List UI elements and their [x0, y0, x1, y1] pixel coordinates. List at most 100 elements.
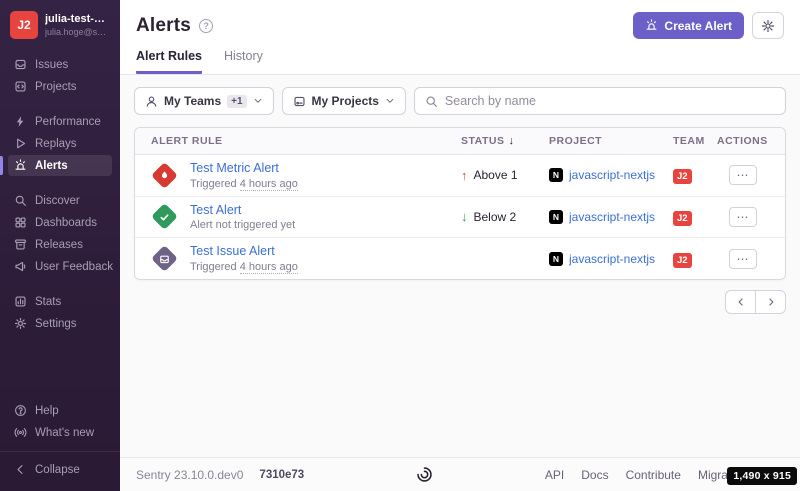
- row-actions-button[interactable]: ⋯: [729, 207, 757, 227]
- sidebar-item-label: Replays: [35, 138, 77, 150]
- footer-link-contribute[interactable]: Contribute: [626, 468, 681, 482]
- sidebar-item-help[interactable]: Help: [8, 400, 112, 421]
- alert-rule-link[interactable]: Test Metric Alert: [190, 161, 298, 177]
- tab-history[interactable]: History: [224, 49, 263, 74]
- siren-icon: [645, 19, 658, 32]
- sidebar-item-whats-new[interactable]: What's new: [8, 422, 112, 443]
- title-help-icon[interactable]: ?: [199, 19, 213, 33]
- project-link[interactable]: javascript-nextjs: [569, 210, 655, 224]
- sort-descending-icon: ↓: [508, 135, 514, 147]
- org-meta: julia-test-org-2 … julia.hoge@sentry.io: [45, 13, 110, 37]
- filter-bar: My Teams +1 My Projects: [134, 87, 786, 115]
- sidebar-item-issues[interactable]: Issues: [8, 54, 112, 75]
- sidebar-item-discover[interactable]: Discover: [8, 190, 112, 211]
- column-actions: ACTIONS: [717, 135, 769, 147]
- next-page-button[interactable]: [755, 290, 786, 314]
- table-header: ALERT RULE STATUS ↓ PROJECT TEAM ACTIONS: [135, 128, 785, 155]
- sidebar-item-alerts[interactable]: Alerts: [8, 155, 112, 176]
- nextjs-platform-icon: N: [549, 168, 563, 182]
- my-projects-filter[interactable]: My Projects: [282, 87, 406, 115]
- column-alert-rule: ALERT RULE: [151, 135, 461, 147]
- sidebar-item-label: User Feedback: [35, 261, 113, 273]
- sidebar-item-label: Releases: [35, 239, 83, 251]
- create-alert-button[interactable]: Create Alert: [633, 12, 744, 39]
- org-name: julia-test-org-2 …: [45, 13, 110, 25]
- sidebar-item-projects[interactable]: Projects: [8, 76, 112, 97]
- sidebar-collapse-button[interactable]: Collapse: [14, 461, 106, 478]
- bar-chart-icon: [14, 295, 27, 308]
- sidebar-item-settings[interactable]: Settings: [8, 313, 112, 334]
- chevron-down-icon: [385, 96, 395, 106]
- status-label: Below 2: [474, 210, 517, 224]
- team-avatar: J2: [673, 253, 692, 268]
- user-icon: [145, 95, 158, 108]
- column-project: PROJECT: [549, 135, 673, 147]
- gear-icon: [761, 19, 775, 33]
- sidebar-item-label: Help: [35, 405, 59, 417]
- alert-rule-link[interactable]: Test Issue Alert: [190, 244, 298, 260]
- sidebar-item-user-feedback[interactable]: User Feedback: [8, 256, 112, 277]
- relative-time: 4 hours ago: [240, 261, 298, 274]
- sidebar-item-label: Alerts: [35, 160, 68, 172]
- help-circle-icon: [14, 404, 27, 417]
- content-area: My Teams +1 My Projects ALERT RULE: [120, 75, 800, 457]
- project-link[interactable]: javascript-nextjs: [569, 252, 655, 266]
- org-switcher[interactable]: J2 julia-test-org-2 … julia.hoge@sentry.…: [0, 0, 120, 48]
- row-actions-button[interactable]: ⋯: [729, 249, 757, 269]
- viewport-size-badge: 1,490 x 915: [727, 467, 797, 485]
- team-avatar: J2: [673, 169, 692, 184]
- tab-alert-rules[interactable]: Alert Rules: [136, 49, 202, 74]
- project-link[interactable]: javascript-nextjs: [569, 168, 655, 182]
- alert-rules-table: ALERT RULE STATUS ↓ PROJECT TEAM ACTIONS: [134, 127, 786, 280]
- footer-link-docs[interactable]: Docs: [581, 468, 608, 482]
- team-cell: J2: [673, 208, 717, 226]
- sidebar-item-dashboards[interactable]: Dashboards: [8, 212, 112, 233]
- page-title: Alerts: [136, 15, 191, 37]
- org-avatar: J2: [10, 11, 38, 39]
- sidebar-item-performance[interactable]: Performance: [8, 111, 112, 132]
- sidebar-item-replays[interactable]: Replays: [8, 133, 112, 154]
- page-header: Alerts ? Create Alert Alert Rules Histor…: [120, 0, 800, 75]
- sidebar-item-label: Issues: [35, 59, 68, 71]
- broadcast-icon: [14, 426, 27, 439]
- sidebar-item-label: Settings: [35, 318, 77, 330]
- search-input[interactable]: [445, 94, 775, 108]
- relative-time: 4 hours ago: [240, 178, 298, 191]
- arrow-down-icon: ↓: [461, 209, 468, 224]
- alerts-settings-button[interactable]: [752, 12, 784, 39]
- alert-rule-subtitle: Triggered 4 hours ago: [190, 178, 298, 190]
- column-status[interactable]: STATUS ↓: [461, 135, 549, 147]
- sidebar-item-releases[interactable]: Releases: [8, 234, 112, 255]
- sidebar-item-label: Projects: [35, 81, 77, 93]
- gear-icon: [14, 317, 27, 330]
- alert-rule-subtitle: Triggered 4 hours ago: [190, 261, 298, 273]
- subtitle-prefix: Triggered: [190, 261, 237, 273]
- previous-page-button[interactable]: [725, 290, 756, 314]
- project-cell: N javascript-nextjs: [549, 252, 673, 266]
- column-status-label: STATUS: [461, 135, 504, 147]
- sentry-logo-icon[interactable]: [416, 466, 433, 483]
- row-actions-button[interactable]: ⋯: [729, 165, 757, 185]
- siren-icon: [14, 159, 27, 172]
- sidebar-item-label: Stats: [35, 296, 61, 308]
- my-teams-label: My Teams: [164, 94, 221, 108]
- status-label: Above 1: [474, 168, 518, 182]
- tab-bar: Alert Rules History: [136, 49, 784, 74]
- search-box: [414, 87, 786, 115]
- footer-link-api[interactable]: API: [545, 468, 564, 482]
- page-footer: Sentry 23.10.0.dev0 7310e73 API Docs Con…: [120, 457, 800, 491]
- archive-icon: [14, 238, 27, 251]
- fire-icon: [158, 169, 170, 181]
- column-team: TEAM: [673, 135, 717, 147]
- arrow-up-icon: ↑: [461, 168, 468, 183]
- nextjs-platform-icon: N: [549, 252, 563, 266]
- sidebar-item-stats[interactable]: Stats: [8, 291, 112, 312]
- sidebar-item-label: What's new: [35, 427, 94, 439]
- team-cell: J2: [673, 166, 717, 184]
- alert-rule-subtitle: Alert not triggered yet: [190, 219, 295, 231]
- my-teams-filter[interactable]: My Teams +1: [134, 87, 274, 115]
- teams-count-badge: +1: [227, 95, 246, 108]
- dashboard-grid-icon: [14, 216, 27, 229]
- alert-rule-link[interactable]: Test Alert: [190, 203, 295, 219]
- version-label: Sentry 23.10.0.dev0: [136, 468, 243, 482]
